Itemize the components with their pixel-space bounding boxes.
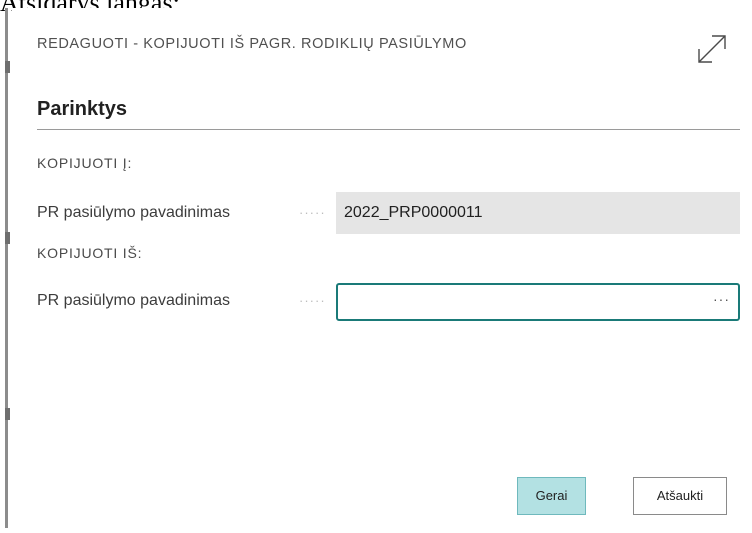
copy-dialog: REDAGUOTI - KOPIJUOTI IŠ PAGR. RODIKLIŲ … [12, 8, 752, 533]
field-label-copy-from-name: PR pasiūlymo pavadinimas [37, 292, 230, 309]
ok-button[interactable]: Gerai [517, 477, 586, 515]
field-leader-dots: ····· [299, 205, 326, 220]
lookup-ellipsis-button[interactable]: ··· [713, 291, 730, 307]
group-label-copy-to: KOPIJUOTI Į: [37, 155, 133, 171]
cancel-button[interactable]: Atšaukti [633, 477, 727, 515]
copy-to-name-field: 2022_PRP0000011 [336, 192, 740, 234]
section-divider [37, 129, 740, 130]
field-label-copy-to-name: PR pasiūlymo pavadinimas [37, 204, 230, 221]
copy-from-name-input[interactable] [344, 285, 694, 317]
background-edge-tick [5, 408, 10, 420]
copy-from-name-field[interactable]: ··· [336, 283, 740, 321]
expand-diagonal-icon [698, 35, 726, 63]
section-title-options: Parinktys [37, 98, 128, 120]
background-edge-tick [5, 232, 10, 244]
dialog-title: REDAGUOTI - KOPIJUOTI IŠ PAGR. RODIKLIŲ … [37, 36, 467, 52]
group-label-copy-from: KOPIJUOTI IŠ: [37, 245, 143, 261]
expand-button[interactable] [695, 32, 729, 66]
field-leader-dots: ····· [299, 293, 326, 308]
background-window-edge [5, 8, 10, 528]
background-edge-tick [5, 61, 10, 73]
